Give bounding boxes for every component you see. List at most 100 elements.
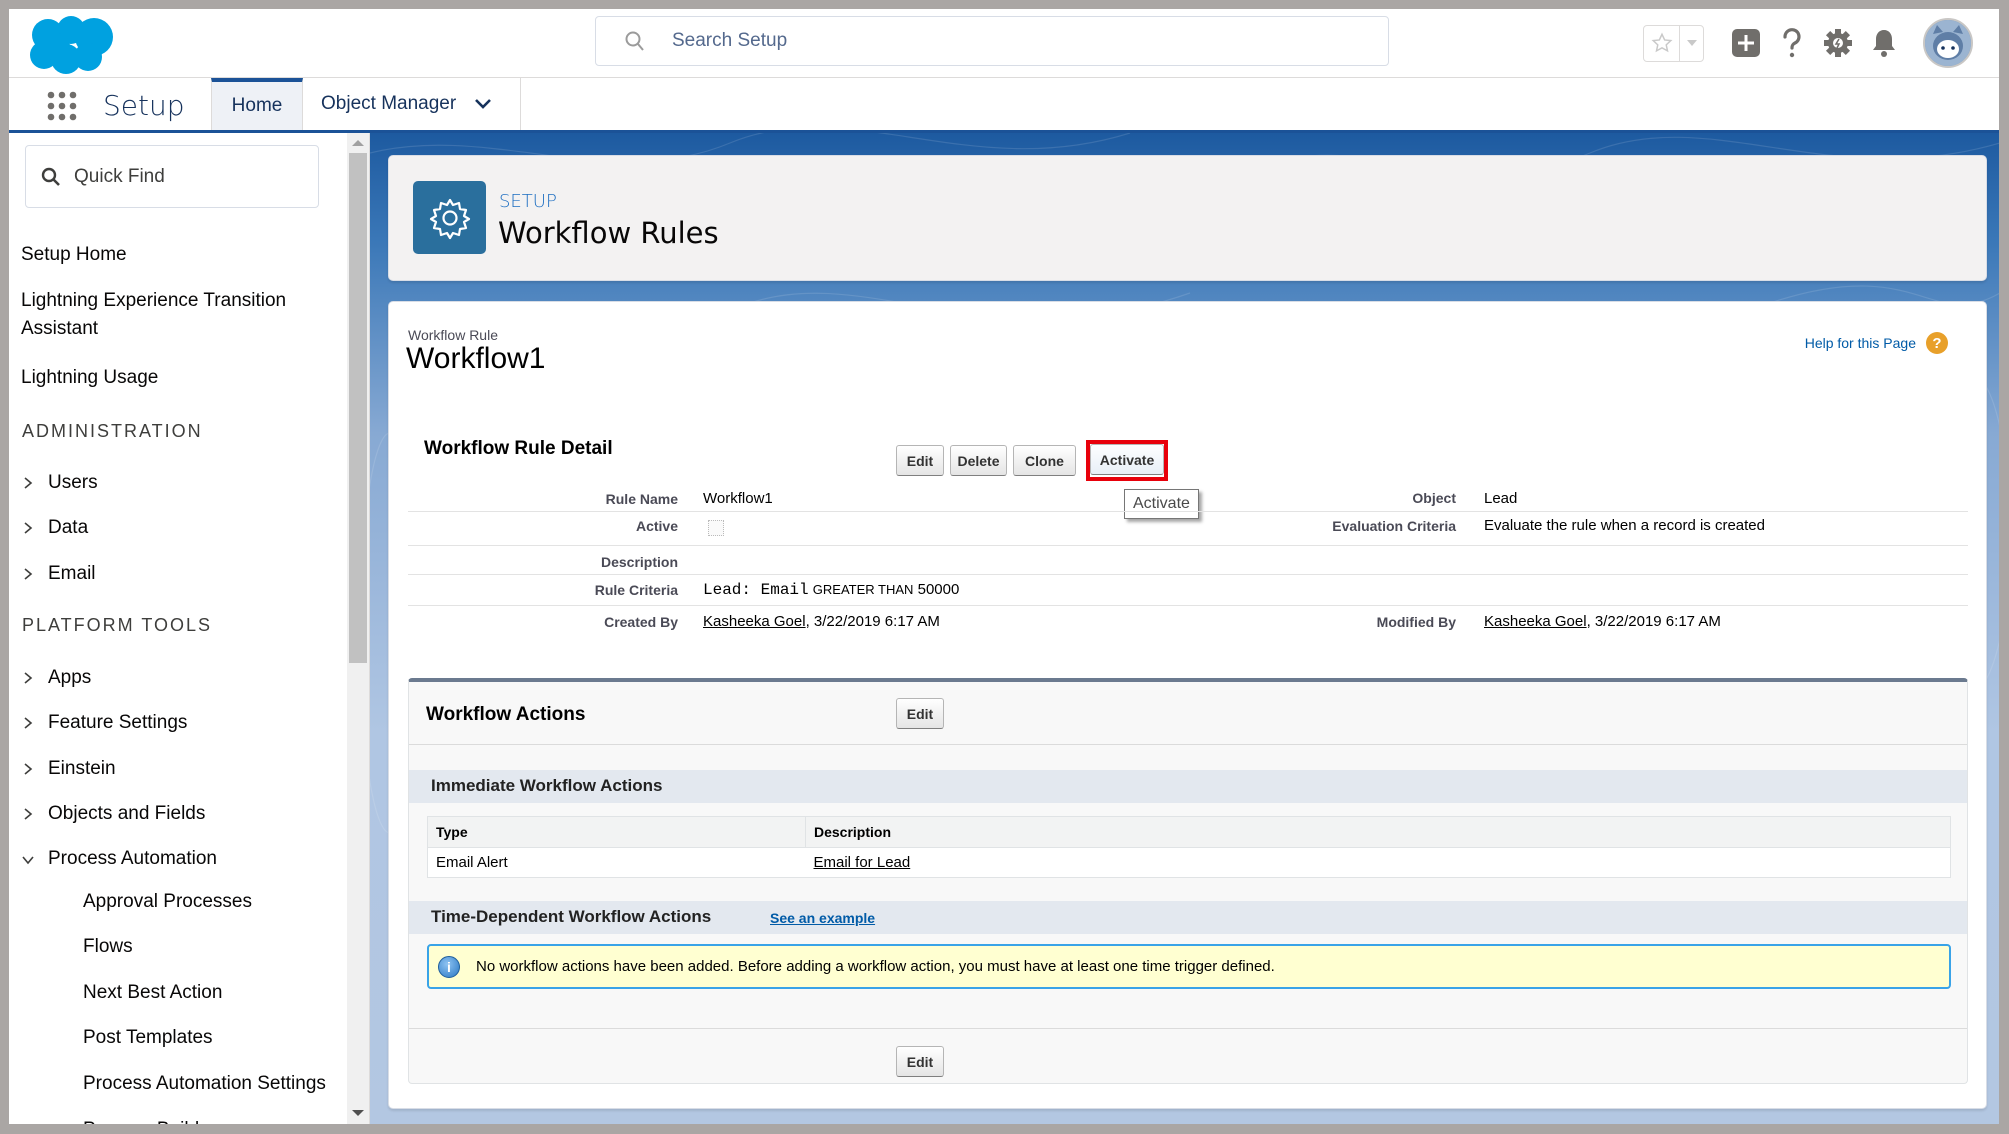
edit-button[interactable]: Edit bbox=[896, 445, 944, 476]
sidebar-item-feature-settings[interactable]: Feature Settings bbox=[48, 709, 187, 737]
chevron-right-icon[interactable] bbox=[21, 807, 35, 821]
chevron-right-icon[interactable] bbox=[21, 521, 35, 535]
page-header: SETUP Workflow Rules bbox=[388, 155, 1987, 281]
field-label: Description bbox=[600, 554, 678, 570]
info-icon: i bbox=[438, 955, 460, 978]
chevron-right-icon[interactable] bbox=[21, 762, 35, 776]
app-launcher-icon[interactable] bbox=[46, 90, 78, 122]
delete-button[interactable]: Delete bbox=[950, 445, 1007, 476]
sidebar-item-flows[interactable]: Flows bbox=[83, 936, 133, 958]
add-icon[interactable] bbox=[1730, 27, 1762, 59]
column-header-description: Description bbox=[805, 816, 1951, 848]
sidebar-item-email[interactable]: Email bbox=[48, 560, 96, 588]
sidebar-item-data[interactable]: Data bbox=[48, 514, 88, 542]
gear-icon[interactable] bbox=[1822, 27, 1854, 59]
help-link-label[interactable]: Help for this Page bbox=[1805, 335, 1916, 351]
sidebar-scrollbar[interactable] bbox=[347, 133, 369, 1124]
detail-row-active: Active Evaluation Criteria Evaluate the … bbox=[408, 512, 1968, 546]
info-message: i No workflow actions have been added. B… bbox=[427, 944, 1951, 989]
chevron-right-icon[interactable] bbox=[21, 567, 35, 581]
detail-section-title: Workflow Rule Detail bbox=[424, 438, 613, 459]
field-value-rule-name: Workflow1 bbox=[703, 490, 773, 507]
clone-button[interactable]: Clone bbox=[1013, 445, 1076, 476]
sidebar-item-lightning-transition[interactable]: Lightning Experience Transition Assistan… bbox=[21, 287, 321, 343]
criteria-field: Lead: Email bbox=[703, 581, 809, 599]
page-title: Workflow Rules bbox=[498, 216, 719, 250]
sidebar-item-users[interactable]: Users bbox=[48, 469, 98, 497]
sidebar-item-setup-home[interactable]: Setup Home bbox=[21, 241, 127, 269]
app-name: Setup bbox=[103, 89, 185, 122]
table-header-row: Type Description bbox=[427, 816, 1951, 848]
tab-home[interactable]: Home bbox=[211, 78, 303, 130]
immediate-actions-table: Type Description Email Alert Email for L… bbox=[427, 816, 1951, 878]
column-header-type: Type bbox=[427, 816, 806, 848]
app-window: Search Setup Setup Home Object Manager Q… bbox=[9, 9, 1999, 1124]
scroll-down-arrow-icon[interactable] bbox=[352, 1110, 364, 1116]
modified-by-user-link[interactable]: Kasheeka Goel bbox=[1484, 613, 1587, 630]
tab-object-manager[interactable]: Object Manager bbox=[303, 78, 521, 130]
field-label: Created By bbox=[604, 614, 678, 630]
field-label: Modified By bbox=[1376, 614, 1456, 630]
help-for-this-page-link[interactable]: Help for this Page ? bbox=[1805, 332, 1948, 354]
salesforce-logo[interactable] bbox=[26, 15, 122, 77]
favorites-button[interactable] bbox=[1643, 24, 1704, 62]
email-for-lead-link[interactable]: Email for Lead bbox=[814, 854, 911, 871]
time-dependent-actions-title: Time-Dependent Workflow Actions bbox=[431, 907, 712, 926]
sidebar-item-process-automation[interactable]: Process Automation bbox=[48, 845, 217, 873]
field-value-evaluation-criteria: Evaluate the rule when a record is creat… bbox=[1484, 517, 1765, 534]
created-by-date: , 3/22/2019 6:17 AM bbox=[805, 613, 940, 630]
bell-icon[interactable] bbox=[1868, 27, 1900, 59]
highlight-annotation-box bbox=[1086, 440, 1168, 481]
quick-find-input[interactable]: Quick Find bbox=[25, 145, 319, 208]
sidebar-item-objects-and-fields[interactable]: Objects and Fields bbox=[48, 800, 205, 828]
workflow-actions-title: Workflow Actions bbox=[426, 704, 586, 725]
chevron-right-icon[interactable] bbox=[21, 716, 35, 730]
field-value-object: Lead bbox=[1484, 490, 1518, 507]
sidebar-item-next-best-action[interactable]: Next Best Action bbox=[83, 982, 222, 1004]
scroll-up-arrow-icon[interactable] bbox=[352, 140, 364, 146]
chevron-right-icon[interactable] bbox=[21, 671, 35, 685]
divider bbox=[409, 1028, 1967, 1029]
setup-gear-icon bbox=[413, 181, 486, 254]
field-label: Evaluation Criteria bbox=[1332, 518, 1456, 534]
detail-row-created-modified: Created By Kasheeka Goel, 3/22/2019 6:17… bbox=[408, 606, 1968, 636]
sidebar-item-einstein[interactable]: Einstein bbox=[48, 755, 116, 783]
record-name: Workflow1 bbox=[406, 342, 546, 375]
chevron-right-icon[interactable] bbox=[21, 476, 35, 490]
sidebar-item-lightning-usage[interactable]: Lightning Usage bbox=[21, 364, 158, 392]
quick-find-placeholder: Quick Find bbox=[74, 165, 165, 187]
see-an-example-link[interactable]: See an example bbox=[770, 910, 875, 926]
workflow-actions-footer-edit-button[interactable]: Edit bbox=[896, 1046, 944, 1077]
table-row: Email Alert Email for Lead bbox=[427, 847, 1951, 878]
sidebar-item-process-automation-settings[interactable]: Process Automation Settings bbox=[83, 1073, 326, 1095]
detail-row-rule-name: Rule Name Workflow1 Object Lead bbox=[408, 483, 1968, 512]
created-by-user-link[interactable]: Kasheeka Goel bbox=[703, 613, 806, 630]
avatar[interactable] bbox=[1923, 18, 1973, 68]
context-nav-bar: Setup Home Object Manager bbox=[9, 78, 1999, 133]
search-icon bbox=[41, 167, 60, 186]
help-question-icon[interactable]: ? bbox=[1926, 332, 1948, 354]
sidebar-item-apps[interactable]: Apps bbox=[48, 664, 91, 692]
help-icon[interactable] bbox=[1776, 27, 1808, 59]
caret-down-icon[interactable] bbox=[1680, 39, 1703, 47]
search-icon bbox=[625, 31, 644, 51]
record-type-label: Workflow Rule bbox=[408, 327, 498, 343]
modified-by-date: , 3/22/2019 6:17 AM bbox=[1586, 613, 1721, 630]
cell-description: Email for Lead bbox=[805, 847, 1951, 878]
criteria-value: 50000 bbox=[917, 581, 960, 598]
workflow-actions-section: Workflow Actions Edit Immediate Workflow… bbox=[408, 678, 1968, 1084]
immediate-actions-title: Immediate Workflow Actions bbox=[431, 776, 663, 795]
star-icon[interactable] bbox=[1644, 25, 1680, 61]
setup-sidebar: Quick Find Setup Home Lightning Experien… bbox=[9, 133, 370, 1124]
field-value-active bbox=[708, 520, 724, 536]
sidebar-item-post-templates[interactable]: Post Templates bbox=[83, 1027, 213, 1049]
sidebar-item-process-builder[interactable]: Process Builder bbox=[83, 1119, 216, 1124]
workflow-actions-edit-button[interactable]: Edit bbox=[896, 698, 944, 729]
sidebar-item-approval-processes[interactable]: Approval Processes bbox=[83, 891, 252, 913]
scroll-thumb[interactable] bbox=[349, 153, 367, 663]
chevron-down-icon[interactable] bbox=[474, 98, 492, 110]
chevron-down-icon[interactable] bbox=[21, 853, 35, 867]
global-header: Search Setup bbox=[9, 9, 1999, 78]
sidebar-section-platform-tools: PLATFORM TOOLS bbox=[22, 615, 213, 635]
search-setup-input[interactable]: Search Setup bbox=[595, 16, 1389, 66]
